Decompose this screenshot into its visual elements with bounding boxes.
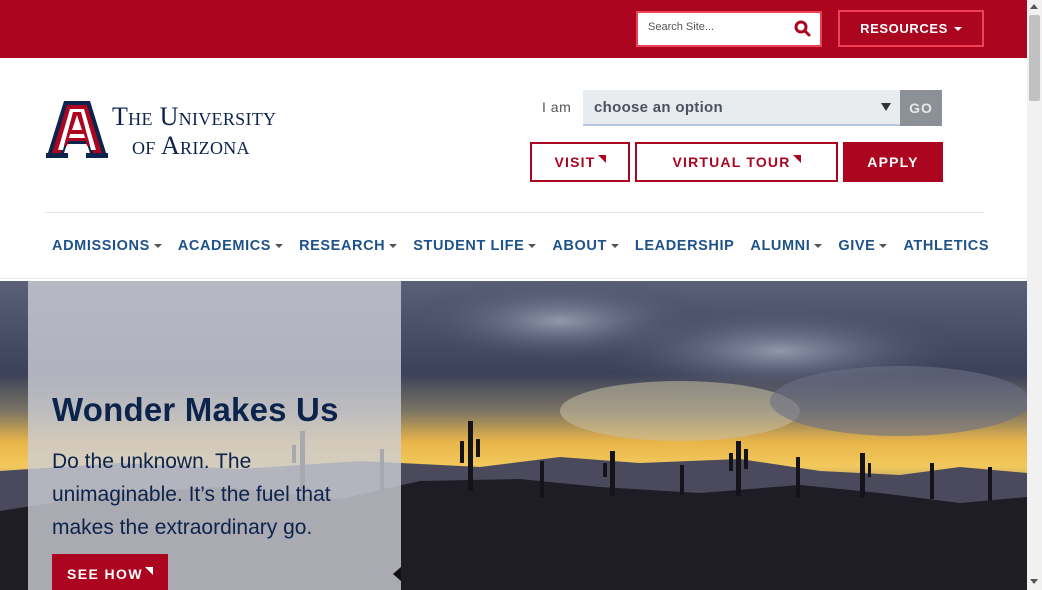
logo-line-1: The University: [112, 102, 277, 131]
nav-item-student-life[interactable]: STUDENT LIFE: [413, 238, 537, 254]
apply-button[interactable]: APPLY: [843, 142, 943, 182]
chevron-down-icon: [953, 26, 962, 31]
chevron-down-icon: [814, 244, 823, 248]
nav-item-label: STUDENT LIFE: [413, 238, 525, 254]
page: RESOURCES The University of Arizona I am…: [0, 0, 1042, 590]
nav-item-about[interactable]: ABOUT: [552, 238, 619, 254]
resources-button[interactable]: RESOURCES: [838, 10, 984, 47]
scroll-up-icon[interactable]: [1030, 4, 1038, 9]
hero-text-panel: Wonder Makes Us Do the unknown. The unim…: [28, 281, 401, 590]
search-icon[interactable]: [794, 20, 812, 38]
logo-wordmark: The University of Arizona: [112, 104, 276, 159]
nav-item-label: GIVE: [838, 238, 876, 254]
nav-item-label: ADMISSIONS: [52, 238, 150, 254]
chevron-down-icon: [879, 244, 888, 248]
see-how-button[interactable]: SEE HOW: [52, 554, 168, 590]
see-how-label: SEE HOW: [67, 566, 143, 582]
nav-divider: [0, 278, 1027, 279]
virtual-tour-label: VIRTUAL TOUR: [672, 154, 791, 170]
audience-select-value: choose an option: [594, 99, 723, 116]
nav-item-academics[interactable]: ACADEMICS: [177, 238, 284, 254]
nav-item-label: ATHLETICS: [903, 238, 990, 254]
nav-item-athletics[interactable]: ATHLETICS: [903, 238, 989, 254]
main-nav: ADMISSIONS ACADEMICS RESEARCH STUDENT LI…: [52, 236, 1005, 256]
chevron-down-icon: [610, 244, 619, 248]
page-scrollbar[interactable]: [1027, 0, 1042, 590]
visit-label: VISIT: [554, 154, 596, 170]
corner-arrow-icon: [597, 155, 606, 163]
site-search: [636, 11, 822, 47]
carousel-prev-icon[interactable]: [393, 567, 401, 581]
scroll-down-icon[interactable]: [1030, 579, 1038, 584]
nav-item-leadership[interactable]: LEADERSHIP: [635, 238, 734, 254]
nav-item-label: RESEARCH: [299, 238, 386, 254]
visit-button[interactable]: VISIT: [530, 142, 630, 182]
nav-item-admissions[interactable]: ADMISSIONS: [52, 238, 162, 254]
block-a-logo-icon: [46, 101, 108, 158]
nav-item-alumni[interactable]: ALUMNI: [750, 238, 823, 254]
resources-label: RESOURCES: [860, 21, 948, 36]
top-bar: RESOURCES: [0, 0, 1027, 58]
chevron-down-icon: [275, 244, 284, 248]
dropdown-arrow-icon: [881, 103, 891, 111]
nav-item-research[interactable]: RESEARCH: [299, 238, 398, 254]
search-input[interactable]: [648, 21, 788, 33]
audience-label: I am: [542, 99, 572, 115]
chevron-down-icon: [389, 244, 398, 248]
university-logo[interactable]: The University of Arizona: [46, 98, 308, 160]
nav-item-give[interactable]: GIVE: [838, 238, 888, 254]
hero-body: Do the unknown. The unimaginable. It’s t…: [52, 450, 331, 539]
hero: Wonder Makes Us Do the unknown. The unim…: [0, 281, 1027, 590]
chevron-down-icon: [528, 244, 537, 248]
nav-item-label: ABOUT: [552, 238, 607, 254]
corner-arrow-icon: [792, 155, 801, 163]
nav-item-label: LEADERSHIP: [634, 238, 735, 254]
chevron-down-icon: [153, 244, 162, 248]
audience-select[interactable]: choose an option: [583, 90, 901, 126]
nav-item-label: ALUMNI: [750, 238, 811, 254]
logo-line-2: of Arizona: [132, 131, 250, 160]
hero-title: Wonder Makes Us: [52, 391, 339, 428]
go-button[interactable]: GO: [900, 90, 942, 126]
virtual-tour-button[interactable]: VIRTUAL TOUR: [635, 142, 838, 182]
nav-item-label: ACADEMICS: [177, 238, 272, 254]
header-divider: [44, 212, 984, 213]
corner-arrow-icon: [144, 567, 153, 575]
scroll-thumb[interactable]: [1029, 15, 1040, 101]
